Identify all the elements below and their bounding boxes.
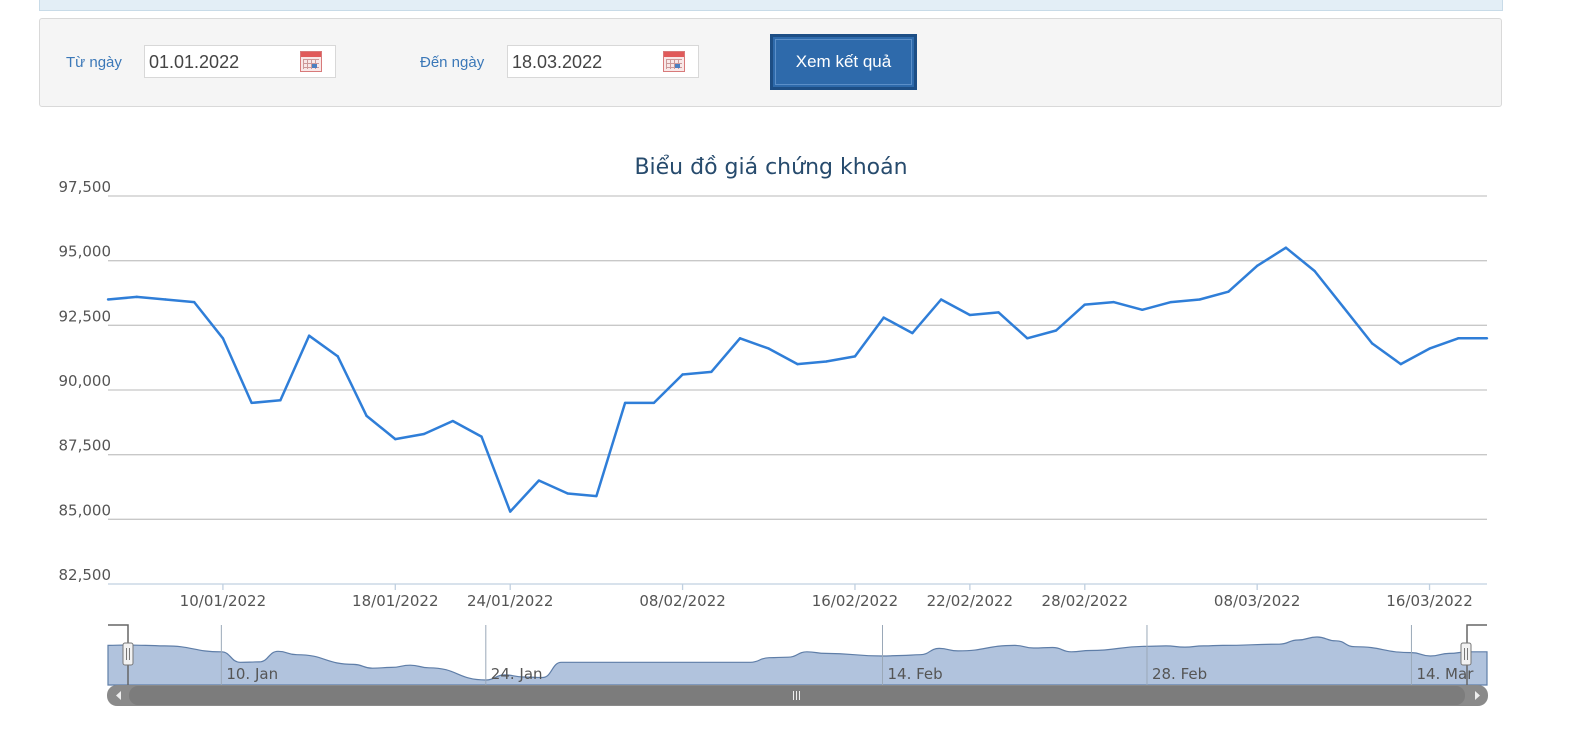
data-point <box>336 355 340 358</box>
y-tick-label: 95,000 <box>59 243 112 261</box>
x-tick-label: 16/02/2022 <box>812 592 898 610</box>
data-point <box>1284 246 1288 249</box>
data-point <box>537 479 541 482</box>
x-tick-label: 24/01/2022 <box>467 592 553 610</box>
data-point <box>1342 306 1345 309</box>
data-point <box>279 399 282 402</box>
data-point <box>796 362 799 366</box>
data-point <box>825 360 828 363</box>
data-point <box>365 414 368 418</box>
data-point <box>307 334 311 337</box>
data-point <box>1428 347 1431 350</box>
data-point <box>1141 308 1144 312</box>
y-tick-label: 92,500 <box>59 307 112 325</box>
data-point <box>710 370 713 374</box>
navigator-right-handle[interactable] <box>1460 642 1472 666</box>
y-tick-label: 97,500 <box>59 178 112 196</box>
y-tick-label: 82,500 <box>59 566 112 584</box>
data-point <box>997 311 1000 314</box>
navigator-label: 10. Jan <box>226 665 278 683</box>
y-tick-label: 87,500 <box>59 437 112 455</box>
data-point <box>451 419 454 423</box>
data-point <box>882 316 885 319</box>
chart-title: Biểu đồ giá chứng khoán <box>634 155 907 180</box>
data-point <box>509 510 512 513</box>
y-tick-label: 85,000 <box>59 501 112 519</box>
navigator-left-handle[interactable] <box>122 642 134 666</box>
data-point <box>911 331 914 335</box>
data-point <box>164 298 167 301</box>
navigator-area <box>107 636 1488 686</box>
price-series-line <box>107 246 1487 513</box>
data-point <box>221 337 225 340</box>
data-point <box>767 347 770 350</box>
data-point <box>1370 342 1374 345</box>
data-point <box>250 401 253 405</box>
data-point <box>135 295 138 299</box>
x-tick-label: 08/02/2022 <box>639 592 725 610</box>
data-point <box>566 492 569 495</box>
data-point <box>652 401 656 405</box>
data-point <box>939 298 943 301</box>
data-point <box>1227 290 1230 293</box>
y-tick-label: 90,000 <box>59 372 112 390</box>
data-point <box>422 432 426 436</box>
navigator-label: 14. Feb <box>888 665 943 683</box>
data-point <box>968 313 972 317</box>
x-tick-label: 28/02/2022 <box>1042 592 1128 610</box>
data-point <box>1083 303 1086 306</box>
data-point <box>192 300 196 304</box>
data-point <box>1198 298 1201 301</box>
data-point <box>595 494 598 498</box>
scrollbar[interactable] <box>107 685 1488 706</box>
data-point <box>1054 329 1058 332</box>
stock-price-chart: Biểu đồ giá chứng khoán 82,500 85,000 87,5… <box>59 155 1489 706</box>
data-point <box>1457 337 1460 340</box>
data-point <box>1485 337 1489 340</box>
navigator[interactable]: 10. Jan 24. Jan 14. Feb 28. Feb 14. Mar <box>107 624 1488 686</box>
data-point <box>1255 264 1259 268</box>
data-point <box>394 437 397 441</box>
data-point <box>738 337 742 340</box>
data-point <box>1026 337 1029 340</box>
data-point <box>1399 362 1403 366</box>
x-tick-label: 22/02/2022 <box>927 592 1013 610</box>
data-point <box>480 435 483 438</box>
data-point <box>1169 300 1173 304</box>
navigator-label: 24. Jan <box>491 665 543 683</box>
navigator-label: 14. Mar <box>1416 665 1474 683</box>
navigator-label: 28. Feb <box>1152 665 1207 683</box>
x-tick-label: 18/01/2022 <box>352 592 438 610</box>
data-point <box>1313 269 1316 273</box>
x-tick-label: 08/03/2022 <box>1214 592 1300 610</box>
x-tick-label: 16/03/2022 <box>1386 592 1472 610</box>
x-tick-label: 10/01/2022 <box>180 592 266 610</box>
data-point <box>681 373 684 376</box>
data-point <box>106 298 110 301</box>
data-point <box>853 355 857 358</box>
data-point <box>623 401 627 405</box>
data-point <box>1112 300 1115 304</box>
